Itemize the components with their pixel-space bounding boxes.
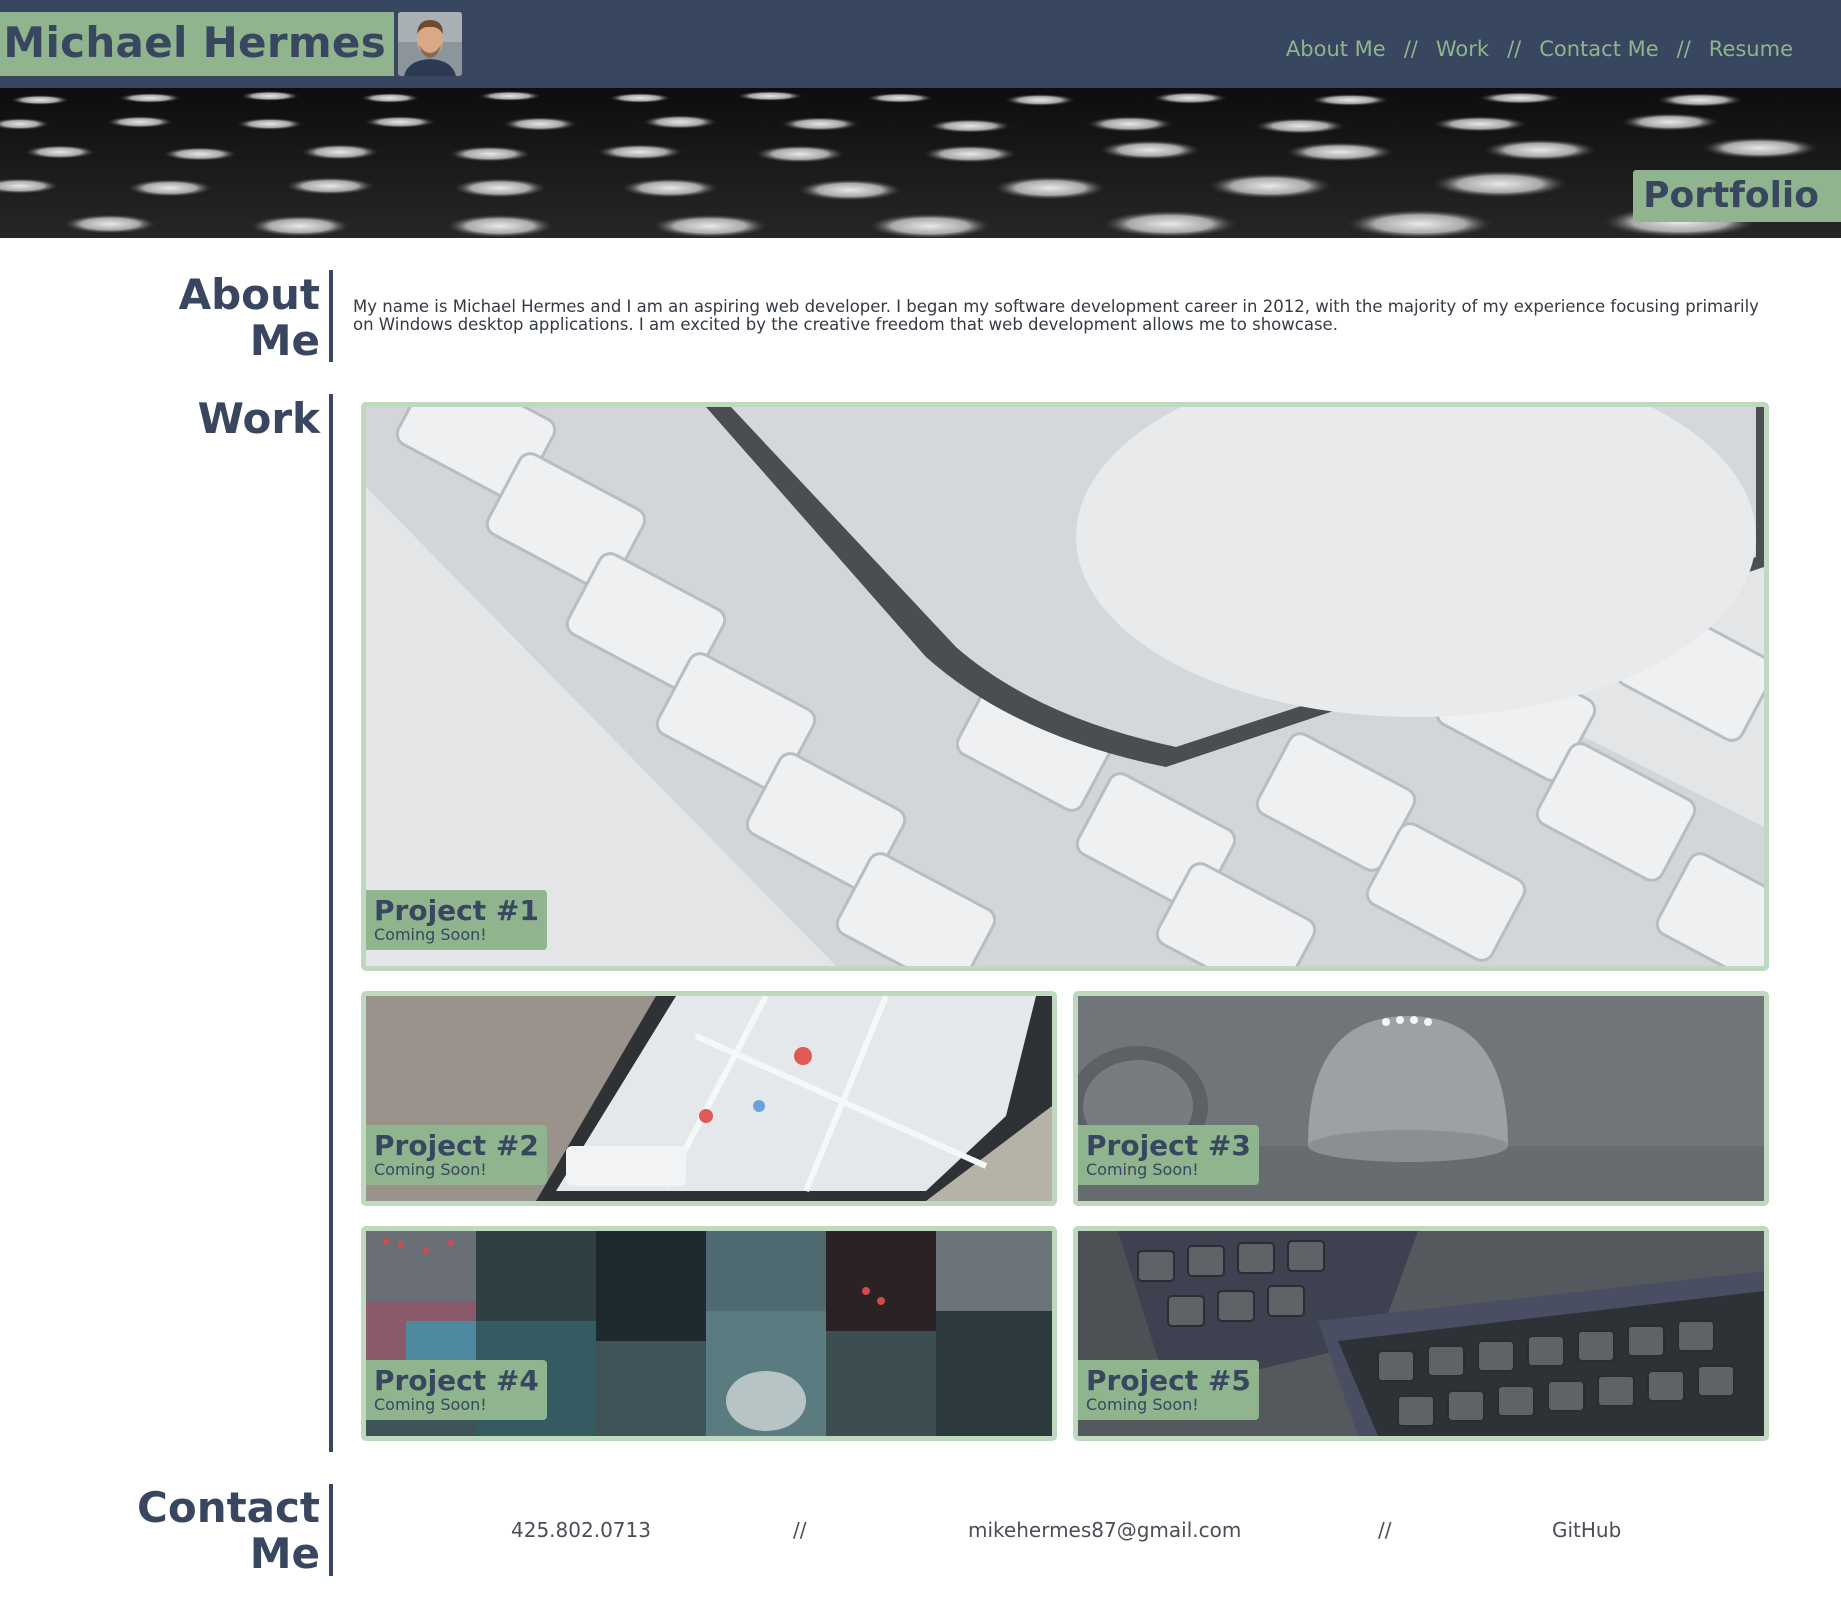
nav-contact-me[interactable]: Contact Me	[1539, 37, 1658, 61]
nav-separator: //	[1676, 37, 1691, 61]
avatar-portrait-icon	[398, 12, 462, 76]
main-nav: About Me // Work // Contact Me // Resume	[1286, 37, 1793, 61]
project-label-1: Project #1 Coming Soon!	[366, 890, 547, 950]
project-subtitle-2: Coming Soon!	[374, 1160, 487, 1179]
project-card-2[interactable]: Project #2 Coming Soon!	[361, 991, 1057, 1206]
project-subtitle-3: Coming Soon!	[1086, 1160, 1199, 1179]
project-card-1[interactable]: Project #1 Coming Soon!	[361, 402, 1769, 971]
site-header: Michael Hermes About Me // Work // Conta…	[0, 0, 1841, 88]
project-card-4[interactable]: Project #4 Coming Soon!	[361, 1226, 1057, 1441]
hero-keys-photo	[0, 88, 1841, 238]
name-banner: Michael Hermes	[0, 12, 394, 76]
project-title-1: Project #1	[374, 894, 539, 927]
about-text: My name is Michael Hermes and I am an as…	[353, 297, 1759, 334]
contact-heading-line2: Me	[249, 1529, 320, 1578]
nav-separator: //	[1403, 37, 1418, 61]
portfolio-badge: Portfolio	[1633, 170, 1841, 222]
site-owner-name: Michael Hermes	[3, 18, 386, 67]
nav-separator: //	[1507, 37, 1522, 61]
contact-separator: //	[793, 1518, 807, 1542]
github-link[interactable]: GitHub	[1552, 1518, 1621, 1542]
project-label-3: Project #3 Coming Soon!	[1078, 1125, 1259, 1185]
project-subtitle-4: Coming Soon!	[374, 1395, 487, 1414]
project-subtitle-5: Coming Soon!	[1086, 1395, 1199, 1414]
avatar	[398, 12, 462, 76]
contact-separator: //	[1378, 1518, 1392, 1542]
contact-heading-line1: Contact	[137, 1483, 320, 1532]
contact-heading: Contact Me	[137, 1485, 320, 1577]
project-title-5: Project #5	[1086, 1364, 1251, 1397]
nav-resume[interactable]: Resume	[1709, 37, 1793, 61]
about-heading-line2: Me	[249, 316, 320, 365]
project-label-5: Project #5 Coming Soon!	[1078, 1360, 1259, 1420]
project-subtitle-1: Coming Soon!	[374, 925, 487, 944]
about-divider	[329, 270, 333, 362]
contact-phone-link[interactable]: 425.802.0713	[511, 1518, 651, 1542]
nav-about-me[interactable]: About Me	[1286, 37, 1386, 61]
contact-email-link[interactable]: mikehermes87@gmail.com	[968, 1518, 1241, 1542]
project-card-3[interactable]: Project #3 Coming Soon!	[1073, 991, 1769, 1206]
hero-banner: Portfolio	[0, 88, 1841, 238]
work-divider	[329, 394, 333, 1452]
project-title-4: Project #4	[374, 1364, 539, 1397]
about-heading: About Me	[179, 272, 320, 364]
project-label-4: Project #4 Coming Soon!	[366, 1360, 547, 1420]
work-heading: Work	[197, 394, 320, 443]
project-card-5[interactable]: Project #5 Coming Soon!	[1073, 1226, 1769, 1441]
project-title-2: Project #2	[374, 1129, 539, 1162]
keyboard-phone-photo	[366, 407, 1764, 966]
project-label-2: Project #2 Coming Soon!	[366, 1125, 547, 1185]
project-title-3: Project #3	[1086, 1129, 1251, 1162]
contact-divider	[329, 1484, 333, 1576]
nav-work[interactable]: Work	[1436, 37, 1489, 61]
about-heading-line1: About	[178, 270, 320, 319]
